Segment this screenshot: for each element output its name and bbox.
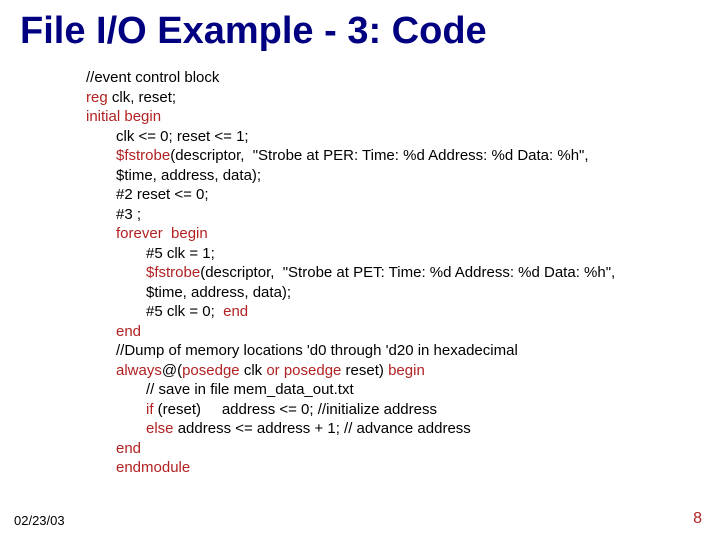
code-text: #5 clk = 0; [146, 303, 223, 320]
code-line: $time, address, data); [116, 166, 696, 186]
code-text: @( [162, 362, 182, 379]
code-text: reset) [341, 362, 388, 379]
code-keyword: endmodule [116, 459, 190, 476]
code-line: #3 ; [116, 205, 696, 225]
code-text: (descriptor, "Strobe at PER: Time: %d Ad… [170, 147, 588, 164]
code-keyword: if [146, 401, 154, 418]
code-keyword: else [146, 420, 174, 437]
code-keyword: $fstrobe [146, 264, 200, 281]
code-text: clk [240, 362, 267, 379]
code-keyword: forever begin [116, 225, 208, 242]
code-keyword: reg [86, 89, 108, 106]
code-line: end [116, 322, 696, 342]
code-keyword: begin [388, 362, 425, 379]
code-keyword: end [116, 440, 141, 457]
code-line: if (reset) address <= 0; //initialize ad… [146, 400, 696, 420]
code-keyword: end [223, 303, 248, 320]
code-line: $time, address, data); [146, 283, 696, 303]
code-keyword: or posedge [266, 362, 341, 379]
code-line: //Dump of memory locations 'd0 through '… [116, 341, 696, 361]
code-line: // save in file mem_data_out.txt [146, 380, 696, 400]
code-line: reg clk, reset; [86, 88, 696, 108]
code-line: $fstrobe(descriptor, "Strobe at PET: Tim… [146, 263, 696, 283]
slide-page-number: 8 [693, 510, 702, 528]
code-keyword: end [116, 323, 141, 340]
code-keyword: posedge [182, 362, 240, 379]
code-line: //event control block [86, 68, 696, 88]
slide-title: File I/O Example - 3: Code [20, 10, 487, 53]
code-line: #5 clk = 1; [146, 244, 696, 264]
code-line: else address <= address + 1; // advance … [146, 419, 696, 439]
code-text: (descriptor, "Strobe at PET: Time: %d Ad… [200, 264, 615, 281]
code-keyword: $fstrobe [116, 147, 170, 164]
code-line: always@(posedge clk or posedge reset) be… [116, 361, 696, 381]
code-line: $fstrobe(descriptor, "Strobe at PER: Tim… [116, 146, 696, 166]
code-line: end [116, 439, 696, 459]
code-line: #5 clk = 0; end [146, 302, 696, 322]
code-line: endmodule [116, 458, 696, 478]
code-keyword: initial begin [86, 108, 161, 125]
code-line: forever begin [116, 224, 696, 244]
code-block: //event control block reg clk, reset; in… [86, 68, 696, 478]
slide: File I/O Example - 3: Code //event contr… [0, 0, 720, 540]
code-line: #2 reset <= 0; [116, 185, 696, 205]
slide-date: 02/23/03 [14, 513, 65, 528]
code-line: clk <= 0; reset <= 1; [116, 127, 696, 147]
code-line: initial begin [86, 107, 696, 127]
code-text: (reset) address <= 0; //initialize addre… [154, 401, 437, 418]
code-text: clk, reset; [108, 89, 176, 106]
code-text: address <= address + 1; // advance addre… [174, 420, 471, 437]
code-keyword: always [116, 362, 162, 379]
